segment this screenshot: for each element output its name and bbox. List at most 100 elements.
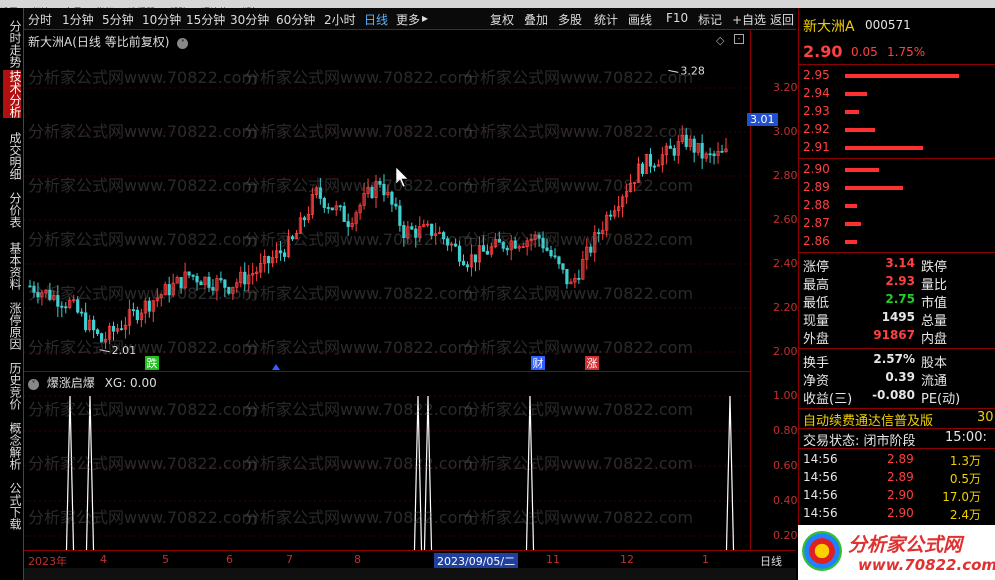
trade-time: 15:00: (945, 430, 987, 445)
stat-label: 净资 (803, 374, 830, 389)
time-tick: 5 (162, 553, 169, 566)
toolbar-button[interactable]: F10 (666, 11, 688, 25)
candle-body (684, 134, 688, 147)
period-tab[interactable]: 30分钟 (230, 11, 269, 28)
divider (799, 408, 995, 409)
bid-price: 2.86 (803, 234, 830, 248)
indicator-chart[interactable] (24, 372, 750, 550)
indicator-tick: 0.20 (773, 529, 798, 542)
period-tab[interactable]: 15分钟 (186, 11, 225, 28)
toolbar-button[interactable]: +自选 (732, 11, 766, 28)
candle-body (712, 153, 716, 156)
candle-body (497, 238, 501, 243)
stat-value: -0.080 (872, 388, 915, 402)
toolbar-button[interactable]: 标记 (698, 11, 722, 28)
divider (799, 428, 995, 429)
stat-value: 2.75 (885, 292, 915, 306)
candle-body (461, 260, 466, 266)
candle-body (465, 264, 470, 268)
tick-volume: 2.4万 (949, 508, 981, 522)
side-tab[interactable]: 涨停原因 (3, 302, 22, 350)
time-period-label[interactable]: 日线 (760, 553, 782, 569)
side-tab[interactable]: 公式下载 (3, 482, 22, 530)
divider (799, 252, 995, 253)
candle-body (76, 299, 80, 313)
toolbar-button[interactable]: 画线 (628, 11, 652, 28)
toolbar-button[interactable]: 多股 (558, 11, 582, 28)
candle-body (92, 319, 96, 331)
side-tab[interactable]: 技术分析 (3, 70, 22, 118)
period-tab[interactable]: 5分钟 (102, 11, 134, 28)
tick-price: 2.89 (887, 452, 914, 466)
candle-body (84, 312, 88, 331)
price-axis: 3.20 3.00 2.80 2.60 2.40 2.20 2.00 3.01 1.00 0.80… (747, 30, 798, 550)
toolbar-button[interactable]: 叠加 (524, 11, 548, 28)
tick-price: 2.90 (887, 506, 914, 520)
quote-panel: 新大洲A 000571 2.90 0.05 1.75% 2.95 2.94 2.93 2.92 2… (798, 8, 995, 580)
divider (799, 64, 995, 65)
side-tab[interactable]: 概念解析 (3, 422, 22, 470)
indicator-tick: 0.60 (773, 459, 798, 472)
price-tick: 3.00 (773, 125, 798, 138)
side-tab[interactable]: 历史竞价 (3, 362, 22, 410)
candle-body (692, 138, 696, 153)
indicator-pane[interactable]: ˅ 爆涨启爆 XG: 0.00 分析家公式网www.70822.com 分析家公式… (24, 372, 750, 550)
candle-body (199, 281, 203, 286)
candle-body (505, 247, 509, 251)
candle-body (553, 255, 557, 258)
side-tab[interactable]: 分时走势 (3, 20, 22, 68)
high-mark-line (668, 69, 679, 73)
tick-volume: 1.3万 (949, 454, 981, 468)
stat-value: 91867 (873, 328, 915, 342)
period-tab[interactable]: 日线 (364, 11, 388, 28)
toolbar-button[interactable]: 复权 (490, 11, 514, 28)
time-axis: 2023年 4 5 6 7 8 2023/09/05/二 11 12 1 日线 (24, 550, 796, 569)
ask-volume-bar (845, 92, 867, 96)
period-tab[interactable]: 2小时 (324, 11, 356, 28)
stat-label-right: 内盘 (921, 332, 948, 347)
side-tab[interactable]: 成交明细 (3, 132, 22, 180)
candle-body (80, 311, 84, 314)
side-tab[interactable]: 分价表 (3, 192, 22, 228)
stat-label-right: 股本 (921, 356, 948, 371)
candle-body (640, 163, 645, 174)
period-tab[interactable]: 60分钟 (276, 11, 315, 28)
candle-body (648, 153, 653, 167)
divider (799, 448, 995, 449)
ask-price: 2.94 (803, 86, 830, 100)
notice-tail: 30 (977, 410, 994, 425)
candle-body (672, 148, 676, 156)
stat-value: 1495 (881, 310, 915, 324)
candle-body (561, 263, 565, 270)
toolbar-button[interactable]: 返回 (770, 11, 794, 28)
stat-value: 2.93 (885, 274, 915, 288)
period-tab[interactable]: 更多 (396, 11, 420, 28)
scroll-bar[interactable] (24, 568, 796, 580)
time-tick: 11 (546, 553, 560, 566)
candle-body (446, 238, 450, 246)
candle-body (227, 286, 231, 294)
candle-body (135, 309, 139, 321)
candle-body (338, 205, 342, 208)
tick-price: 2.89 (887, 470, 914, 484)
tick-time: 14:56 (803, 488, 838, 502)
chevron-right-icon[interactable]: ▸ (422, 11, 428, 25)
toolbar-button[interactable]: 统计 (594, 11, 618, 28)
kline-chart[interactable]: 3.28 2.01 跌 财 涨 (24, 30, 750, 372)
period-tab[interactable]: 分时 (28, 11, 52, 28)
ask-volume-bar (845, 146, 923, 150)
candle-body (179, 277, 183, 289)
ask-price: 2.93 (803, 104, 830, 118)
period-tab[interactable]: 10分钟 (142, 11, 181, 28)
candle-body (111, 325, 116, 332)
kline-pane[interactable]: 新大洲A(日线 等比前复权) ˅ ◇ - 3.28 2.01 跌财涨 分析家公式网w… (24, 30, 750, 372)
stat-label: 现量 (803, 314, 830, 329)
price-change-pct: 1.75% (887, 45, 926, 59)
candle-body (99, 333, 104, 343)
candle-body (187, 271, 191, 276)
side-tab[interactable]: 基本资料 (3, 242, 22, 290)
period-tab[interactable]: 1分钟 (62, 11, 94, 28)
candle-body (453, 243, 458, 247)
candle-body (589, 246, 593, 253)
candle-body (457, 245, 462, 262)
